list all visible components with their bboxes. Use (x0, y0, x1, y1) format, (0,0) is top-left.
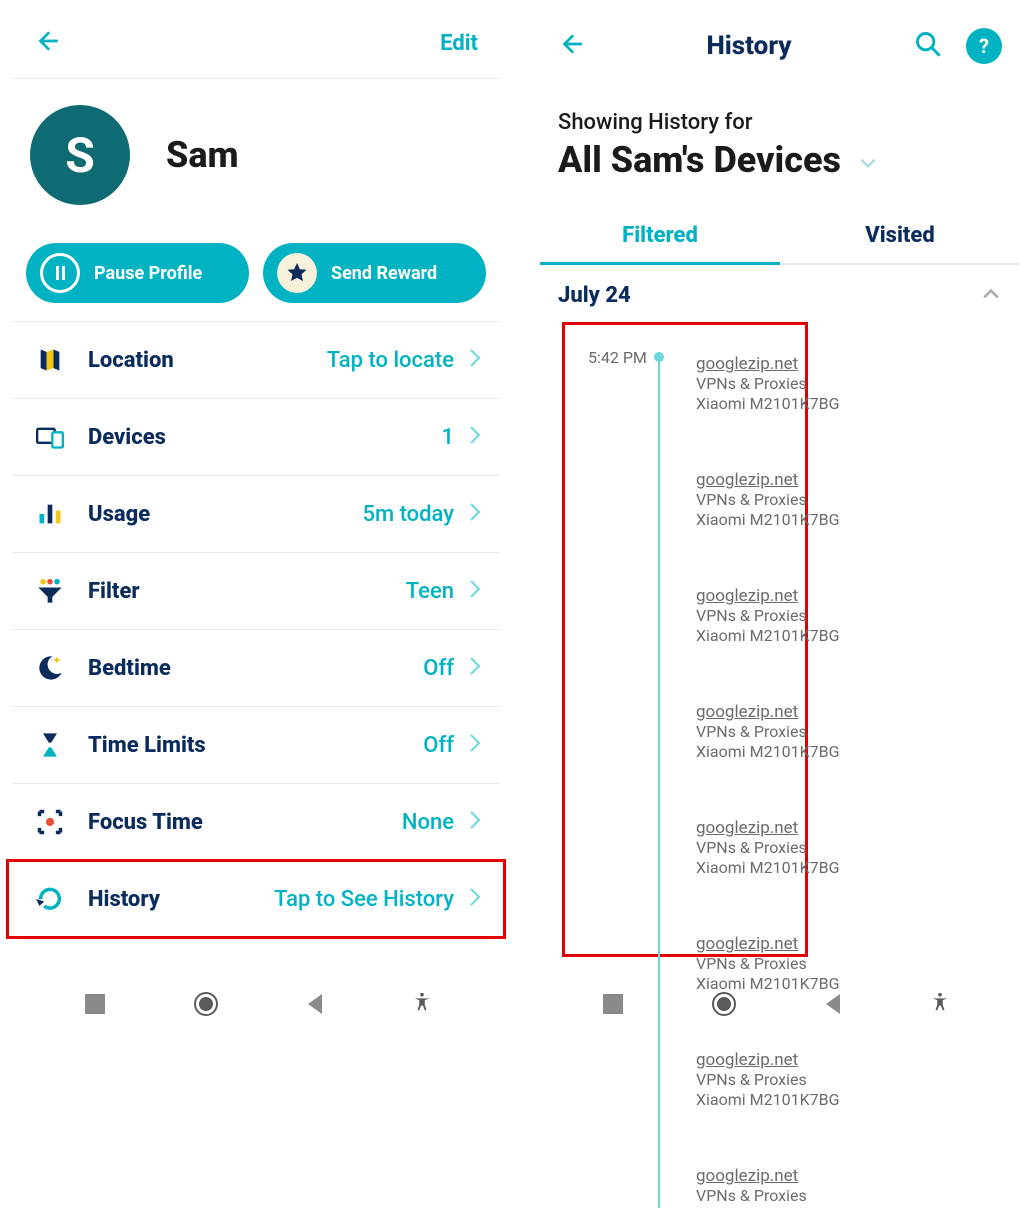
chevron-right-icon (468, 425, 482, 449)
row-history[interactable]: History Tap to See History (12, 861, 500, 938)
focustime-icon (30, 808, 70, 836)
pause-profile-button[interactable]: Pause Profile (26, 243, 249, 303)
history-entry[interactable]: googlezip.net VPNs & Proxies Xiaomi M210… (668, 920, 1012, 996)
row-focus-time[interactable]: Focus Time None (12, 784, 500, 861)
chevron-right-icon (468, 502, 482, 526)
location-icon (30, 346, 70, 374)
chevron-down-icon (859, 139, 877, 181)
scope-selector[interactable]: Showing History for All Sam's Devices (536, 84, 1024, 181)
showing-label: Showing History for (558, 110, 1002, 135)
entry-device: Xiaomi M2101K7BG (696, 742, 1012, 762)
filter-icon (30, 577, 70, 605)
entry-domain[interactable]: googlezip.net (696, 1050, 1012, 1070)
row-filter[interactable]: Filter Teen (12, 553, 500, 630)
scope-value: All Sam's Devices (558, 139, 841, 181)
entry-domain[interactable]: googlezip.net (696, 354, 1012, 374)
bedtime-icon (30, 654, 70, 682)
history-entry[interactable]: googlezip.net VPNs & Proxies Xiaomi M210… (668, 334, 1012, 416)
row-devices[interactable]: Devices 1 (12, 399, 500, 476)
back-icon[interactable] (558, 31, 584, 61)
profile-actions: Pause Profile Send Reward (12, 243, 500, 321)
settings-list: Location Tap to locate Devices 1 Usage 5… (12, 321, 500, 938)
row-time-limits[interactable]: Time Limits Off (12, 707, 500, 784)
back-icon[interactable] (34, 28, 60, 58)
chevron-right-icon (468, 656, 482, 680)
usage-icon (30, 500, 70, 528)
overview-button[interactable] (603, 994, 623, 1014)
back-button[interactable] (826, 994, 840, 1014)
entry-category: VPNs & Proxies (696, 954, 1012, 974)
entry-category: VPNs & Proxies (696, 606, 1012, 626)
history-icon (30, 885, 70, 913)
entry-category: VPNs & Proxies (696, 1186, 1012, 1206)
profile-identity: S Sam (12, 79, 500, 243)
chevron-right-icon (468, 887, 482, 911)
history-entry[interactable]: googlezip.net VPNs & Proxies Xiaomi M210… (668, 688, 1012, 764)
chevron-up-icon (982, 285, 1000, 307)
history-entry[interactable]: googlezip.net VPNs & Proxies Xiaomi M210… (668, 572, 1012, 648)
date-section-header[interactable]: July 24 (536, 265, 1024, 318)
entry-device: Xiaomi M2101K7BG (696, 394, 1012, 414)
android-nav-right (518, 991, 1036, 1017)
chevron-right-icon (468, 733, 482, 757)
entry-device: Xiaomi M2101K7BG (696, 858, 1012, 878)
chevron-right-icon (468, 579, 482, 603)
entry-device: Xiaomi M2101K7BG (696, 626, 1012, 646)
accessibility-icon[interactable] (929, 991, 951, 1017)
row-bedtime[interactable]: Bedtime Off (12, 630, 500, 707)
history-header: History ? (536, 0, 1024, 84)
entry-category: VPNs & Proxies (696, 838, 1012, 858)
date-label: July 24 (558, 283, 631, 308)
entry-domain[interactable]: googlezip.net (696, 470, 1012, 490)
home-button[interactable] (712, 992, 736, 1016)
help-button[interactable]: ? (966, 28, 1002, 64)
timeline-dot (654, 352, 664, 362)
entry-domain[interactable]: googlezip.net (696, 934, 1012, 954)
entry-category: VPNs & Proxies (696, 1070, 1012, 1090)
history-timeline: 5:42 PM googlezip.net VPNs & Proxies Xia… (548, 322, 1012, 1208)
history-entry[interactable]: googlezip.net VPNs & Proxies Xiaomi M210… (668, 456, 1012, 532)
send-reward-button[interactable]: Send Reward (263, 243, 486, 303)
entry-device: Xiaomi M2101K7BG (696, 1090, 1012, 1110)
entry-category: VPNs & Proxies (696, 722, 1012, 742)
page-title: History (584, 31, 914, 61)
entry-device: Xiaomi M2101K7BG (696, 510, 1012, 530)
entry-domain[interactable]: googlezip.net (696, 818, 1012, 838)
search-icon[interactable] (914, 30, 942, 62)
time-label: 5:42 PM (588, 348, 647, 367)
history-entry[interactable]: googlezip.net VPNs & Proxies Xiaomi M210… (668, 804, 1012, 880)
chevron-right-icon (468, 810, 482, 834)
profile-header: Edit (12, 0, 500, 79)
entry-category: VPNs & Proxies (696, 490, 1012, 510)
tab-filtered[interactable]: Filtered (540, 209, 780, 265)
overview-button[interactable] (85, 994, 105, 1014)
timelimits-icon (30, 731, 70, 759)
pause-icon (40, 253, 80, 293)
chevron-right-icon (468, 348, 482, 372)
entry-category: VPNs & Proxies (696, 374, 1012, 394)
history-tabs: Filtered Visited (536, 209, 1024, 265)
android-nav-left (0, 991, 518, 1017)
home-button[interactable] (194, 992, 218, 1016)
entry-domain[interactable]: googlezip.net (696, 702, 1012, 722)
devices-icon (30, 423, 70, 451)
avatar[interactable]: S (30, 105, 130, 205)
row-location[interactable]: Location Tap to locate (12, 321, 500, 399)
back-button[interactable] (308, 994, 322, 1014)
profile-name: Sam (166, 134, 239, 176)
entry-domain[interactable]: googlezip.net (696, 1166, 1012, 1186)
row-usage[interactable]: Usage 5m today (12, 476, 500, 553)
entry-domain[interactable]: googlezip.net (696, 586, 1012, 606)
tab-visited[interactable]: Visited (780, 209, 1020, 265)
accessibility-icon[interactable] (411, 991, 433, 1017)
star-icon (277, 253, 317, 293)
history-entry[interactable]: googlezip.net VPNs & Proxies Xiaomi M210… (668, 1036, 1012, 1112)
history-entry[interactable]: googlezip.net VPNs & Proxies (668, 1152, 1012, 1208)
edit-button[interactable]: Edit (440, 31, 478, 56)
